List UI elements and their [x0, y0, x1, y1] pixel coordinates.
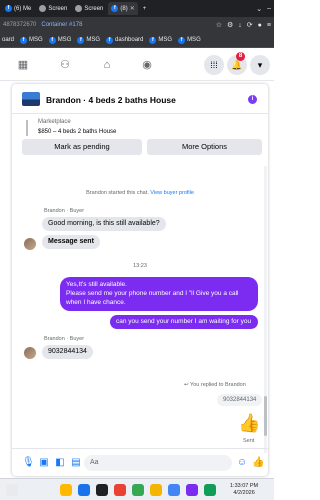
refresh-icon[interactable]: ⟳: [247, 21, 253, 29]
tab-label: Screen: [48, 5, 68, 12]
calendar-icon[interactable]: ▦: [16, 58, 30, 72]
app-icon[interactable]: [204, 484, 216, 496]
tab-label: (6) Me: [14, 5, 32, 12]
taskbar: 1:33:07 PM 4/2/2026: [0, 478, 274, 500]
quoted-message[interactable]: 9032844134: [217, 394, 263, 406]
menu-icon[interactable]: ≡: [267, 22, 271, 29]
facebook-icon: f: [149, 36, 157, 44]
bookmarks-bar: oard f MSG f MSG f MSG f dashboard f MSG f MSG: [0, 33, 274, 48]
bookmark[interactable]: f MSG: [178, 36, 201, 44]
browser-tab[interactable]: Screen: [72, 2, 106, 15]
app-icon[interactable]: [186, 484, 198, 496]
scrollbar[interactable]: [264, 166, 267, 453]
view-buyer-profile-link[interactable]: View buyer profile: [150, 190, 194, 196]
message-composer: 🎙 ▣ ◧ ▤ Aa ☺ 👍: [12, 448, 268, 476]
listing-price[interactable]: $850 – 4 beds 2 baths House: [38, 129, 116, 135]
bookmark[interactable]: f MSG: [149, 36, 172, 44]
browser-tab[interactable]: Screen: [36, 2, 70, 15]
system-clock[interactable]: 1:33:07 PM 4/2/2026: [230, 483, 258, 497]
replied-label: ↩ You replied to Brandon: [184, 382, 246, 388]
groups-icon[interactable]: ◉: [140, 58, 154, 72]
bookmark[interactable]: f MSG: [77, 36, 100, 44]
window-controls: ⌄ –: [256, 5, 274, 13]
new-tab-icon[interactable]: +: [140, 2, 150, 15]
sticker-icon[interactable]: ◧: [54, 457, 66, 469]
facebook-icon: f: [20, 36, 28, 44]
file-explorer-icon[interactable]: [60, 484, 72, 496]
chevron-down-icon[interactable]: ⌄: [256, 5, 262, 13]
screen-icon: [75, 5, 83, 12]
thumbs-up-icon[interactable]: 👍: [238, 412, 260, 434]
bookmark[interactable]: f dashboard: [106, 36, 143, 44]
bookmark[interactable]: f MSG: [48, 36, 71, 44]
more-options-button[interactable]: More Options: [147, 139, 262, 155]
download-icon[interactable]: ↓: [238, 22, 242, 29]
incoming-message[interactable]: Good morning, is this still available?: [42, 217, 166, 231]
like-icon[interactable]: 👍: [252, 457, 264, 469]
sender-label: Brandon · Buyer: [44, 336, 85, 342]
chat-header: Brandon · 4 beds 2 baths House i: [12, 84, 268, 114]
facebook-icon: f: [77, 36, 85, 44]
facebook-icon: f: [178, 36, 186, 44]
close-tab-icon[interactable]: ✕: [130, 5, 135, 12]
facebook-icon: f: [5, 5, 12, 12]
widgets-icon[interactable]: [6, 484, 18, 496]
marketplace-icon[interactable]: ⌂: [100, 58, 114, 72]
outgoing-message[interactable]: can you send your number I am waiting fo…: [110, 315, 258, 329]
browser-tab-active[interactable]: f (8) ✕: [108, 2, 138, 15]
listing-thumbnail[interactable]: [22, 92, 40, 106]
message-input[interactable]: Aa: [84, 455, 232, 471]
browser-tab-bar: f (6) Me Screen Screen f (8) ✕ + ⌄ –: [0, 0, 274, 17]
incoming-message[interactable]: Message sent: [42, 235, 100, 249]
people-icon[interactable]: ⚇: [58, 58, 72, 72]
sent-status: Sent: [243, 438, 255, 444]
puzzle-icon[interactable]: ⚙: [227, 21, 233, 29]
image-icon[interactable]: ▣: [38, 457, 50, 469]
minimize-icon[interactable]: –: [267, 5, 271, 13]
emoji-icon[interactable]: ☺: [236, 457, 248, 469]
bookmark[interactable]: oard: [2, 37, 14, 43]
browser-tab[interactable]: f (6) Me: [2, 2, 34, 15]
avatar[interactable]: [24, 238, 36, 250]
screen-icon: [39, 5, 47, 12]
avatar[interactable]: [24, 347, 36, 359]
bookmark[interactable]: f MSG: [20, 36, 43, 44]
chat-start-notice: Brandon started this chat. View buyer pr…: [86, 190, 194, 196]
message-list: Brandon started this chat. View buyer pr…: [12, 166, 268, 453]
address-bar[interactable]: 4878372670 Container #178 ☆ ⚙ ↓ ⟳ ● ≡: [0, 17, 274, 33]
mark-pending-button[interactable]: Mark as pending: [22, 139, 142, 155]
info-icon[interactable]: i: [248, 95, 257, 104]
start-icon[interactable]: [78, 484, 90, 496]
sender-label: Brandon · Buyer: [44, 208, 85, 214]
facebook-icon: f: [106, 36, 114, 44]
notification-badge: 8: [236, 52, 245, 61]
timestamp: 13:23: [133, 263, 147, 269]
profile-icon[interactable]: ●: [258, 22, 262, 29]
search-icon[interactable]: [96, 484, 108, 496]
menu-grid-icon[interactable]: ⁞⁞⁞: [204, 55, 224, 75]
marketplace-listing-bar: Marketplace $850 – 4 beds 2 baths House …: [12, 114, 268, 164]
app-icon[interactable]: [150, 484, 162, 496]
tab-label: Screen: [84, 5, 104, 12]
marketplace-chat-panel: Brandon · 4 beds 2 baths House i Marketp…: [12, 84, 268, 476]
tab-label: (8): [120, 5, 128, 12]
scrollbar-thumb[interactable]: [264, 396, 267, 436]
gif-icon[interactable]: ▤: [70, 457, 82, 469]
chat-title[interactable]: Brandon · 4 beds 2 baths House: [46, 95, 176, 105]
facebook-icon: f: [111, 5, 119, 12]
app-icon[interactable]: [114, 484, 126, 496]
extension-icon[interactable]: ☆: [216, 21, 222, 29]
account-dropdown-icon[interactable]: ▾: [250, 55, 270, 75]
incoming-message[interactable]: 9032844134: [42, 345, 93, 359]
url-text: 4878372670: [3, 22, 37, 28]
container-label: Container #178: [41, 22, 83, 28]
outgoing-message[interactable]: Yes,It's still available. Please send me…: [60, 277, 258, 311]
app-icon[interactable]: [132, 484, 144, 496]
marketplace-label: Marketplace: [38, 119, 71, 125]
app-icon[interactable]: [168, 484, 180, 496]
facebook-icon: f: [48, 36, 56, 44]
microphone-icon[interactable]: 🎙: [22, 457, 35, 469]
listing-accent: [26, 120, 28, 136]
facebook-top-nav: ▦ ⚇ ⌂ ◉ ⁞⁞⁞ 🔔 8 ▾: [0, 49, 274, 81]
